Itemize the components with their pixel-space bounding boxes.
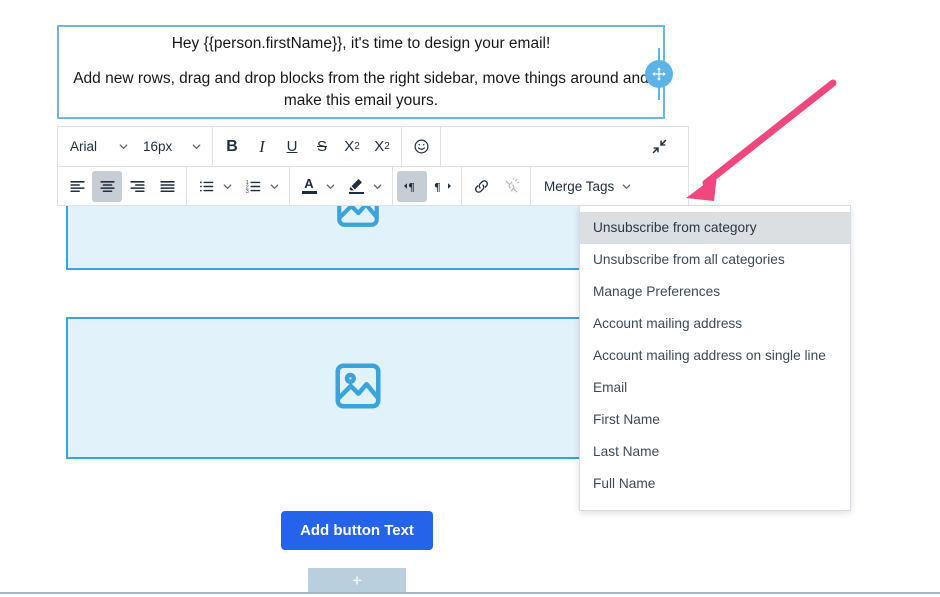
subscript-index: 2 — [384, 141, 390, 152]
underline-button[interactable]: U — [277, 131, 307, 162]
superscript-base: X — [344, 138, 355, 155]
bold-button[interactable]: B — [217, 131, 247, 162]
toolbar-row-2: 1 2 3 A ¶ ¶ Merge Tags — [58, 166, 688, 205]
text-color-swatch — [301, 191, 317, 194]
merge-tags-dropdown-menu: Unsubscribe from category Unsubscribe fr… — [579, 205, 851, 511]
alignment-group — [58, 167, 187, 205]
chevron-down-icon[interactable] — [325, 181, 336, 192]
color-group: A — [290, 167, 393, 205]
emoji-group — [402, 127, 441, 166]
collapse-toolbar-icon[interactable] — [644, 131, 674, 162]
text-style-group: B I U S X2 X2 — [213, 127, 402, 166]
chevron-down-icon[interactable] — [269, 181, 280, 192]
text-direction-ltr-icon[interactable]: ¶ — [397, 170, 427, 202]
move-icon[interactable] — [645, 60, 673, 88]
menu-item-account-mailing-address[interactable]: Account mailing address — [580, 308, 850, 340]
menu-item-account-mailing-address-single-line[interactable]: Account mailing address on single line — [580, 340, 850, 372]
text-color-letter: A — [304, 176, 314, 192]
numbered-list-icon[interactable]: 1 2 3 — [238, 171, 268, 202]
subscript-button[interactable]: X2 — [367, 131, 397, 162]
merge-tags-label: Merge Tags — [544, 178, 615, 194]
text-content-block[interactable]: Hey {{person.firstName}}, it's time to d… — [57, 25, 665, 119]
strikethrough-button[interactable]: S — [307, 131, 337, 162]
chevron-down-icon[interactable] — [222, 181, 233, 192]
svg-text:3: 3 — [245, 188, 248, 194]
menu-item-full-name[interactable]: Full Name — [580, 468, 850, 500]
merge-tags-dropdown-button[interactable]: Merge Tags — [535, 171, 641, 202]
subscript-base: X — [374, 138, 385, 155]
emoji-smiley-icon[interactable] — [406, 131, 436, 162]
font-size-value: 16px — [143, 139, 173, 154]
annotation-arrow — [670, 55, 860, 215]
menu-item-last-name[interactable]: Last Name — [580, 436, 850, 468]
list-group: 1 2 3 — [187, 167, 290, 205]
font-family-value: Arial — [70, 139, 98, 154]
font-size-select[interactable]: 16px — [135, 131, 208, 162]
text-color-button[interactable]: A — [294, 171, 324, 202]
superscript-exponent: 2 — [354, 141, 360, 152]
toolbar-right-group — [441, 127, 688, 166]
bullet-list-icon[interactable] — [191, 171, 221, 202]
chevron-down-icon — [621, 181, 632, 192]
menu-item-manage-preferences[interactable]: Manage Preferences — [580, 276, 850, 308]
text-direction-group: ¶ ¶ — [393, 167, 462, 205]
text-block-line-2: Add new rows, drag and drop blocks from … — [73, 69, 649, 109]
link-group — [462, 167, 531, 205]
menu-item-unsubscribe-from-category[interactable]: Unsubscribe from category — [580, 212, 850, 244]
menu-item-first-name[interactable]: First Name — [580, 404, 850, 436]
link-icon[interactable] — [466, 171, 496, 202]
align-center-icon[interactable] — [92, 170, 122, 202]
menu-item-unsubscribe-from-all-categories[interactable]: Unsubscribe from all categories — [580, 244, 850, 276]
svg-text:¶: ¶ — [408, 180, 414, 193]
text-block-line-1: Hey {{person.firstName}}, it's time to d… — [171, 34, 551, 52]
image-placeholder-block-2[interactable] — [66, 317, 649, 459]
rich-text-toolbar: Arial 16px B I U S X2 X 2 1 2 3 A ¶ ¶ Me… — [57, 126, 689, 206]
merge-tags-group: Merge Tags — [531, 167, 645, 205]
align-left-icon[interactable] — [62, 171, 92, 202]
align-right-icon[interactable] — [122, 171, 152, 202]
add-row-button[interactable]: + — [308, 568, 406, 593]
canvas-bottom-divider — [0, 592, 940, 594]
font-controls-group: Arial 16px — [58, 127, 213, 166]
menu-item-email[interactable]: Email — [580, 372, 850, 404]
image-placeholder-icon — [325, 359, 391, 418]
add-button-text-button[interactable]: Add button Text — [281, 511, 433, 550]
toolbar-row-1: Arial 16px B I U S X2 X 2 — [58, 127, 688, 166]
italic-button[interactable]: I — [247, 131, 277, 162]
text-direction-rtl-icon[interactable]: ¶ — [427, 171, 457, 202]
align-justify-icon[interactable] — [152, 171, 182, 202]
unlink-icon[interactable] — [496, 171, 526, 202]
svg-text:¶: ¶ — [434, 180, 440, 193]
chevron-down-icon — [118, 141, 129, 152]
superscript-button[interactable]: X2 — [337, 131, 367, 162]
email-editor-canvas: Hey {{person.firstName}}, it's time to d… — [0, 0, 940, 597]
chevron-down-icon[interactable] — [372, 181, 383, 192]
font-family-select[interactable]: Arial — [62, 131, 135, 162]
highlight-color-swatch — [348, 191, 364, 195]
chevron-down-icon — [191, 141, 202, 152]
highlighter-pen-icon[interactable] — [341, 171, 371, 202]
